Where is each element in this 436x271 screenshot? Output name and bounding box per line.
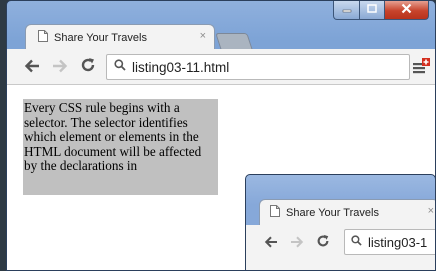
maximize-icon [367,3,377,17]
back-button[interactable] [21,49,43,85]
chrome-menu-button[interactable] [411,57,431,77]
tab-close-button[interactable]: × [200,30,206,42]
address-bar-second[interactable]: listing03-1 [344,229,435,255]
reload-icon [80,57,96,78]
reload-icon [316,232,330,253]
paragraph: Every CSS rule begins with a selector. T… [23,99,218,195]
tab-title-second: Share Your Travels [286,206,379,219]
browser-tab[interactable]: Share Your Travels × [25,24,215,50]
back-arrow-icon [264,232,278,253]
page-icon [270,204,280,222]
close-window-button[interactable] [385,1,429,20]
menu-icon [411,58,431,81]
browser-tab-second[interactable]: Share Your Travels × [259,199,435,225]
url-text: listing03-11.html [132,59,230,75]
forward-arrow-icon [290,232,304,253]
reload-button-second[interactable] [312,225,334,259]
browser-window-second[interactable]: Share Your Travels × listing03-1 [245,174,436,271]
minimize-icon [342,4,352,17]
browser-toolbar-second: listing03-1 [246,225,435,270]
tab-title: Share Your Travels [54,31,147,44]
minimize-button[interactable] [333,1,360,20]
address-bar[interactable]: listing03-11.html [106,54,410,80]
forward-button[interactable] [49,49,71,85]
new-tab-button[interactable] [215,33,253,50]
search-icon [114,58,126,76]
browser-toolbar: listing03-11.html [7,49,435,85]
reload-button[interactable] [77,49,99,85]
close-icon [401,3,412,17]
forward-button-second[interactable] [286,225,308,259]
window-caption-buttons [333,1,429,21]
back-arrow-icon [24,57,40,78]
tab-close-button-second[interactable]: × [428,205,434,217]
page-icon [38,29,48,47]
search-icon [351,233,362,251]
forward-arrow-icon [52,57,68,78]
back-button-second[interactable] [260,225,282,259]
url-text-second: listing03-1 [368,234,428,250]
maximize-button[interactable] [360,1,385,20]
